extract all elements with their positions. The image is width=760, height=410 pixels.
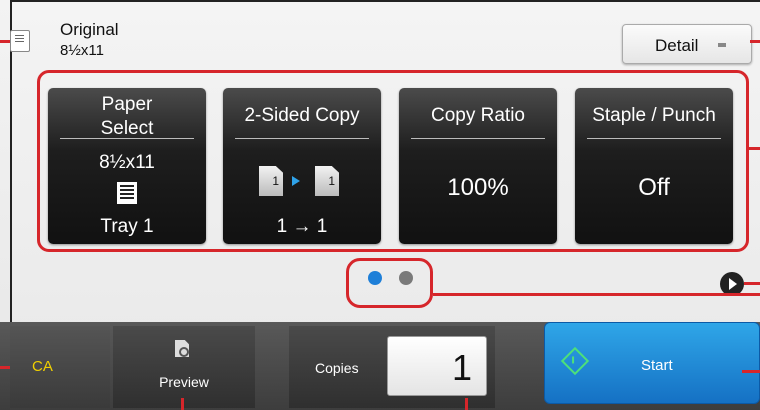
- callout-line: [181, 398, 184, 410]
- copy-screen: Original 8½x11 Detail Paper Select 8½x11…: [0, 0, 760, 410]
- callout-function-keys-box: [37, 70, 749, 252]
- preview-label: Preview: [159, 374, 209, 390]
- detail-indicator-icon: [718, 43, 726, 47]
- callout-page-dots-box: [346, 258, 433, 308]
- callout-line: [744, 282, 760, 285]
- callout-line: [0, 366, 10, 369]
- start-button[interactable]: Start: [544, 322, 760, 404]
- original-label: Original: [60, 20, 119, 39]
- callout-line: [433, 293, 760, 296]
- callout-line: [465, 398, 468, 410]
- callout-line: [0, 40, 10, 43]
- original-document-icon[interactable]: [10, 30, 30, 52]
- copies-area: Copies 1: [289, 326, 495, 408]
- copies-input[interactable]: 1: [387, 336, 487, 396]
- preview-icon: [175, 340, 189, 357]
- start-icon: [560, 346, 590, 376]
- detail-button[interactable]: Detail: [622, 24, 752, 64]
- copies-label: Copies: [315, 360, 359, 376]
- clear-all-button[interactable]: CA: [10, 326, 110, 408]
- callout-line: [742, 370, 760, 373]
- preview-button[interactable]: Preview: [113, 326, 255, 408]
- callout-line: [750, 40, 760, 43]
- start-label: Start: [641, 357, 673, 374]
- callout-line: [746, 147, 760, 150]
- original-size: 8½x11: [60, 42, 104, 59]
- copies-value: 1: [451, 347, 472, 388]
